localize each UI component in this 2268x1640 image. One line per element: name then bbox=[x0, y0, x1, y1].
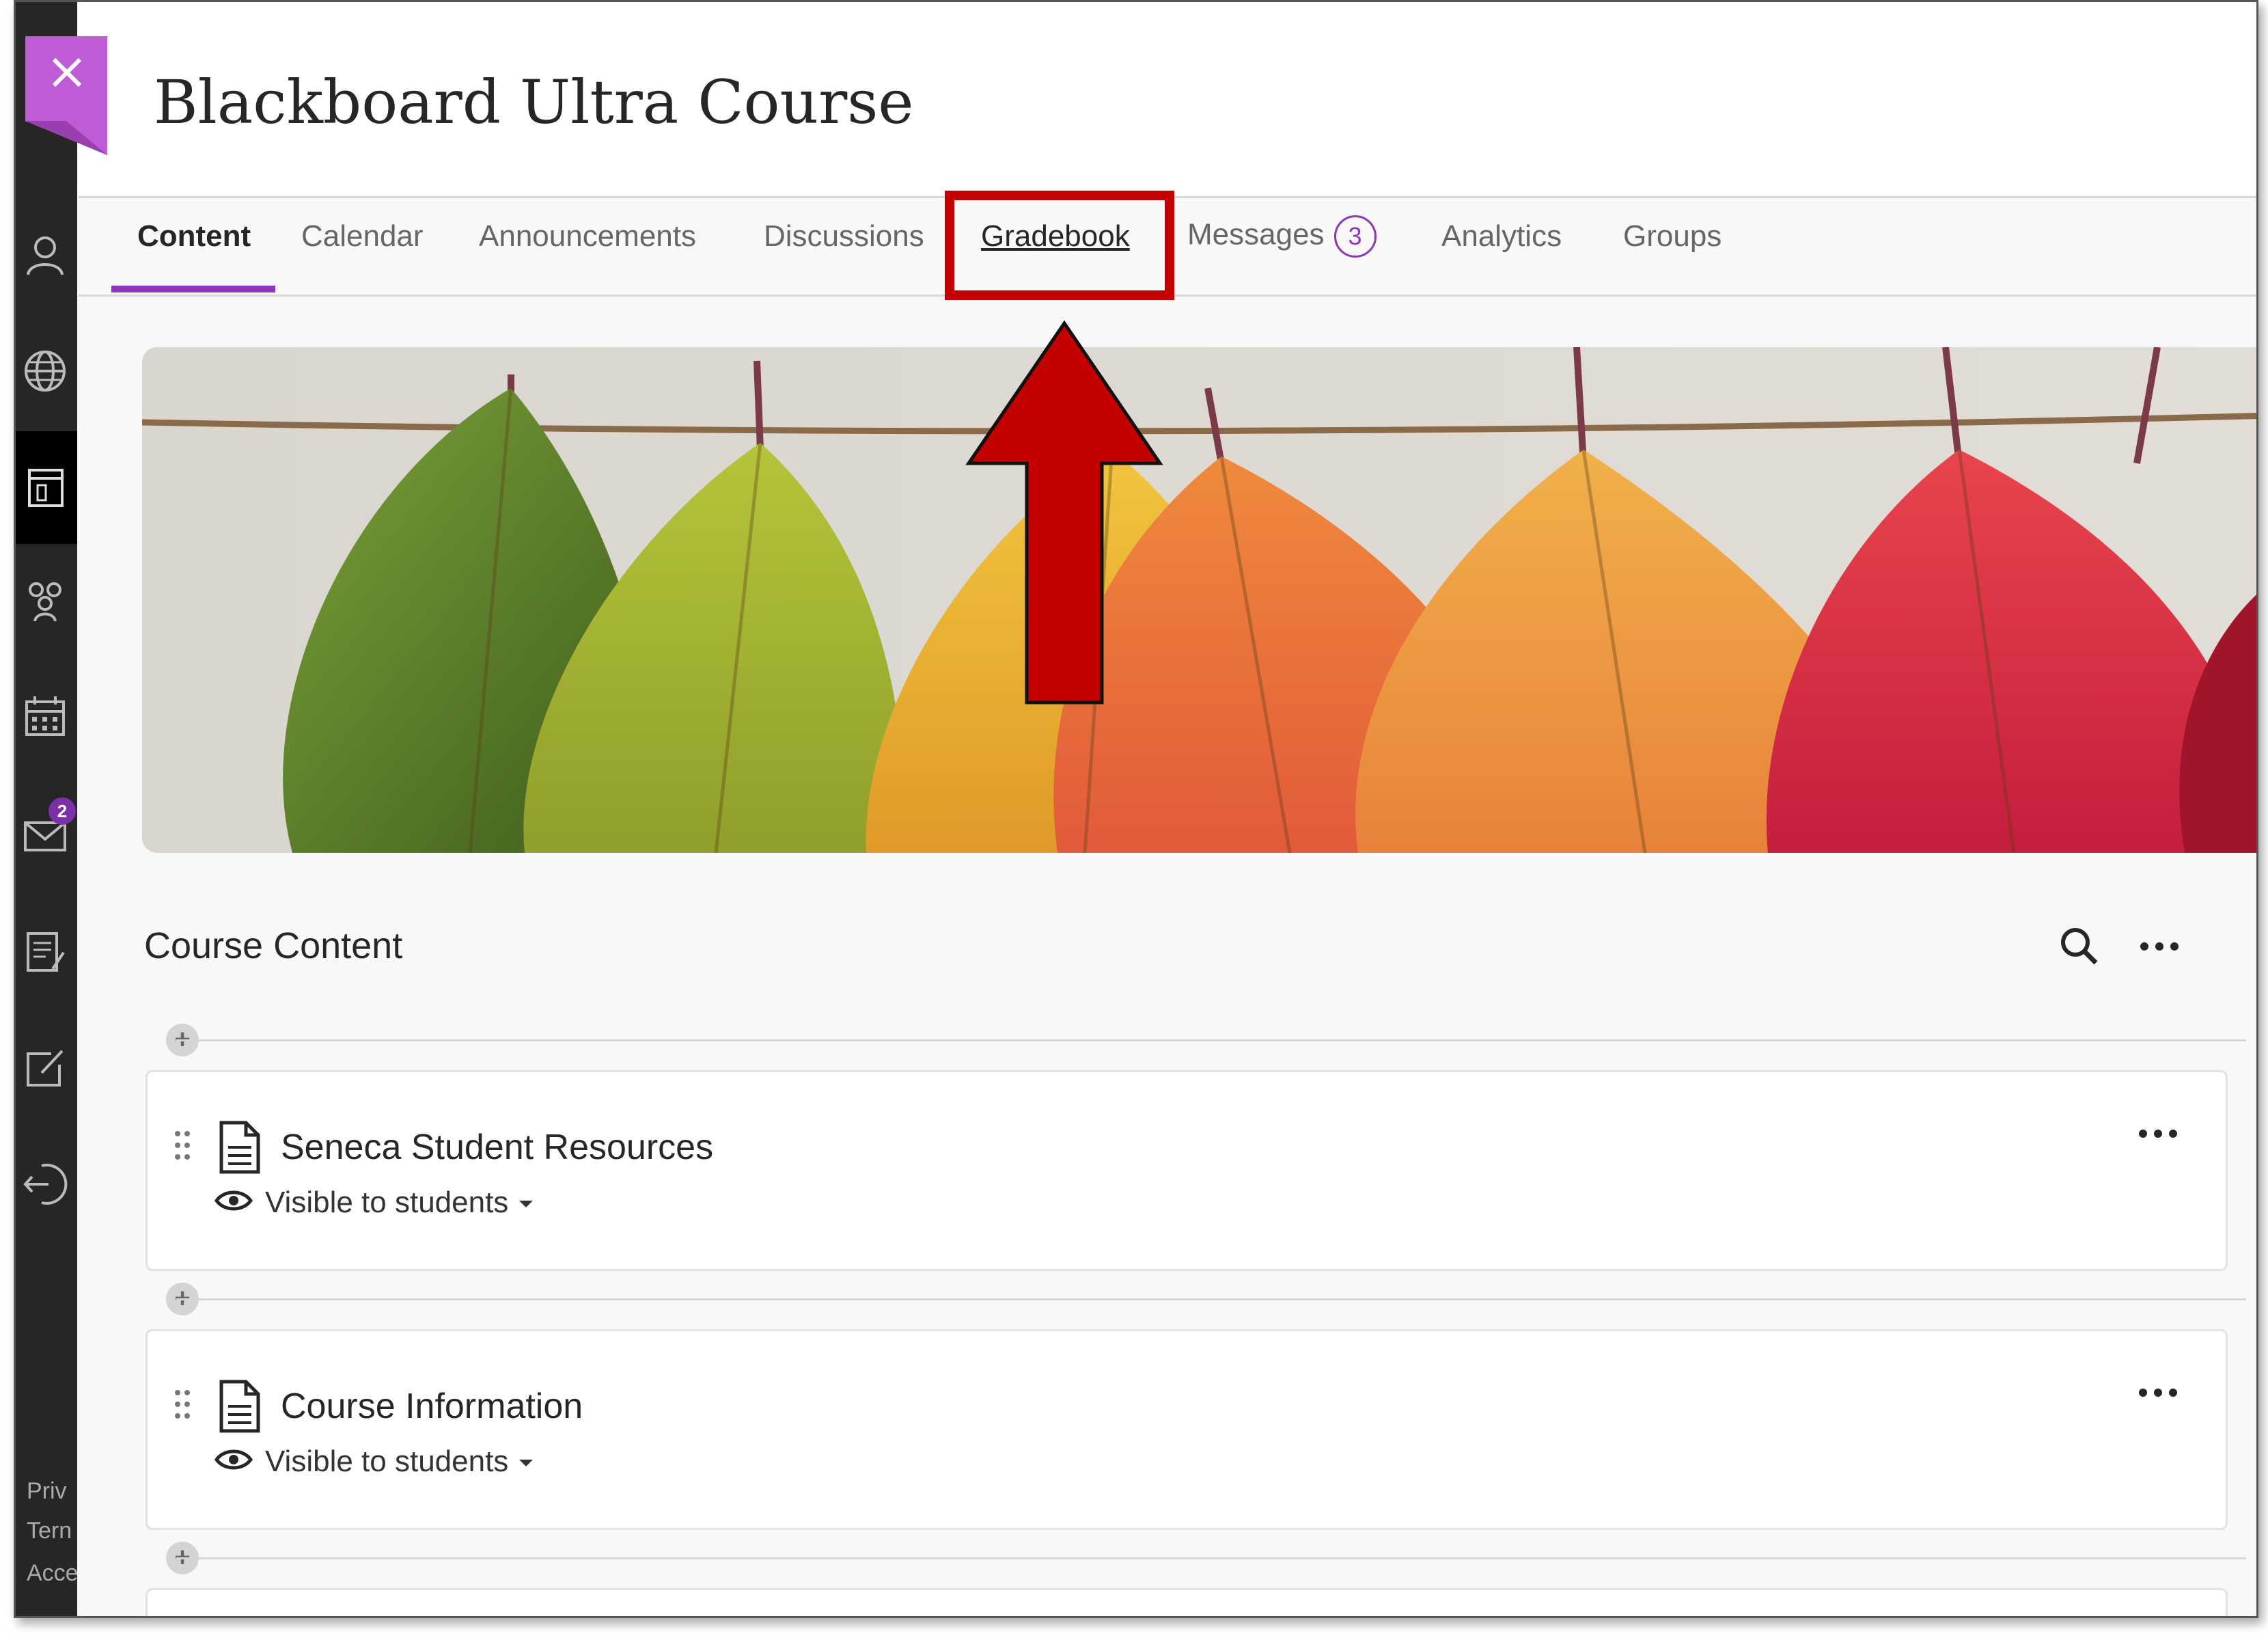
courses-icon[interactable] bbox=[21, 463, 69, 511]
content-item-more-button[interactable] bbox=[2135, 1379, 2190, 1406]
active-tab-underline bbox=[111, 286, 275, 292]
course-title: Blackboard Ultra Course bbox=[154, 67, 914, 137]
content-divider bbox=[176, 1039, 2246, 1041]
content-divider bbox=[176, 1298, 2246, 1300]
tab-discussions[interactable]: Discussions bbox=[764, 219, 924, 254]
groups-icon[interactable] bbox=[21, 576, 69, 624]
sign-out-icon[interactable] bbox=[21, 1160, 69, 1208]
privacy-link[interactable]: Priv bbox=[27, 1478, 67, 1505]
document-icon bbox=[219, 1121, 260, 1174]
app-window: 2 Priv Tern Acce Blackboard Ultra Course… bbox=[14, 0, 2258, 1618]
tab-messages-label: Messages bbox=[1187, 217, 1325, 251]
content-divider bbox=[176, 1557, 2246, 1559]
drag-handle-icon[interactable] bbox=[172, 1128, 193, 1162]
content-item-more-button[interactable] bbox=[2135, 1120, 2190, 1147]
gradebook-highlight-box bbox=[945, 191, 1174, 300]
messages-count-badge: 3 bbox=[1333, 215, 1377, 258]
content-item-title[interactable]: Course Information bbox=[281, 1386, 583, 1427]
content-item-card[interactable]: Course Information Visible to students bbox=[146, 1329, 2228, 1530]
visibility-dropdown[interactable]: Visible to students bbox=[265, 1186, 534, 1220]
tab-groups[interactable]: Groups bbox=[1623, 219, 1721, 254]
chevron-down-icon bbox=[519, 1201, 534, 1208]
eye-icon bbox=[215, 1190, 253, 1211]
tab-content[interactable]: Content bbox=[137, 219, 251, 254]
tab-announcements[interactable]: Announcements bbox=[479, 219, 696, 254]
eye-icon bbox=[215, 1449, 253, 1470]
chevron-down-icon bbox=[519, 1460, 534, 1467]
close-tag-fold bbox=[25, 121, 107, 155]
grades-icon[interactable] bbox=[21, 928, 69, 976]
accessibility-link[interactable]: Acce bbox=[27, 1560, 79, 1587]
tab-analytics[interactable]: Analytics bbox=[1441, 219, 1562, 254]
course-header: Blackboard Ultra Course bbox=[79, 2, 2256, 198]
calendar-icon[interactable] bbox=[21, 692, 69, 740]
course-content-more-button[interactable] bbox=[2137, 933, 2191, 960]
content-item-title[interactable]: Seneca Student Resources bbox=[281, 1127, 713, 1168]
content-item-card[interactable]: Seneca Student Resources Visible to stud… bbox=[146, 1070, 2228, 1271]
course-banner-image bbox=[142, 347, 2256, 853]
close-icon[interactable] bbox=[43, 49, 91, 96]
assist-icon[interactable] bbox=[21, 1044, 69, 1092]
visibility-label: Visible to students bbox=[265, 1186, 509, 1219]
left-nav-rail: 2 Priv Tern Acce bbox=[16, 2, 79, 1616]
profile-icon[interactable] bbox=[21, 231, 69, 279]
content-item-card[interactable] bbox=[146, 1588, 2228, 1616]
visibility-dropdown[interactable]: Visible to students bbox=[265, 1445, 534, 1479]
messages-rail-badge: 2 bbox=[49, 797, 76, 825]
visibility-label: Visible to students bbox=[265, 1445, 509, 1478]
course-content-heading: Course Content bbox=[144, 925, 403, 966]
document-icon bbox=[219, 1380, 260, 1433]
tab-calendar[interactable]: Calendar bbox=[301, 219, 424, 254]
drag-handle-icon[interactable] bbox=[172, 1387, 193, 1421]
tab-messages[interactable]: Messages 3 bbox=[1187, 215, 1377, 258]
annotation-arrow bbox=[965, 320, 1163, 705]
search-icon[interactable] bbox=[2055, 922, 2103, 970]
terms-link[interactable]: Tern bbox=[27, 1518, 72, 1544]
globe-icon[interactable] bbox=[21, 347, 69, 395]
